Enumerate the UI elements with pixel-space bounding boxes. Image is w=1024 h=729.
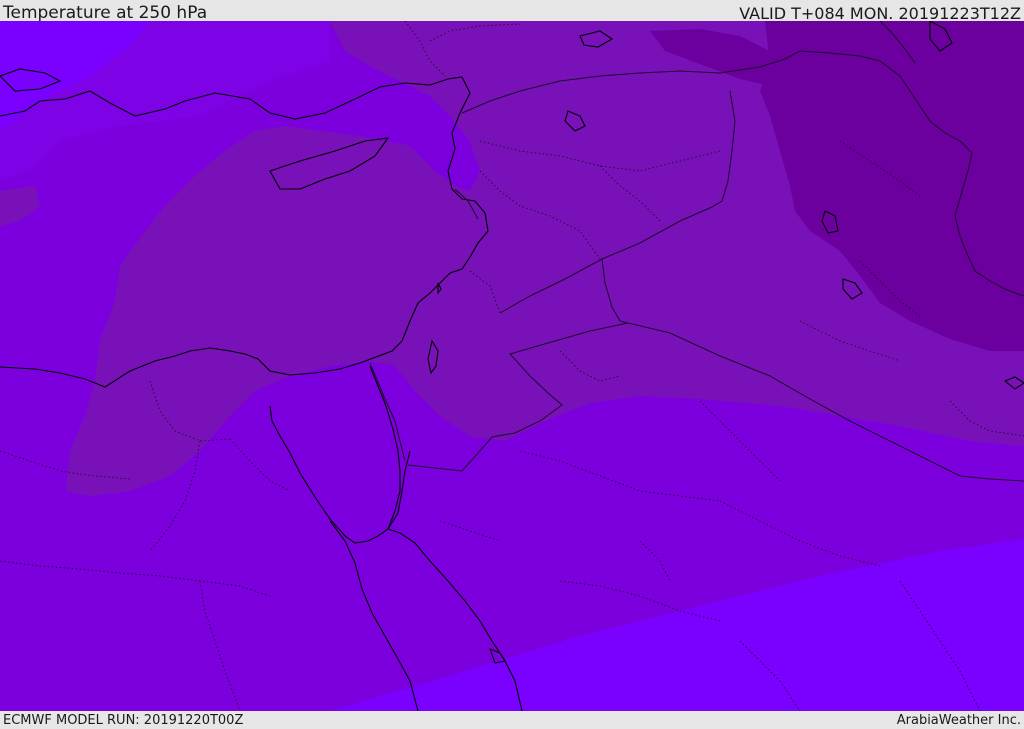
map-title: Temperature at 250 hPa [3, 3, 208, 23]
temperature-map [0, 21, 1024, 711]
credit: ArabiaWeather Inc. [896, 713, 1021, 728]
model-run: ECMWF MODEL RUN: 20191220T00Z [3, 713, 244, 728]
